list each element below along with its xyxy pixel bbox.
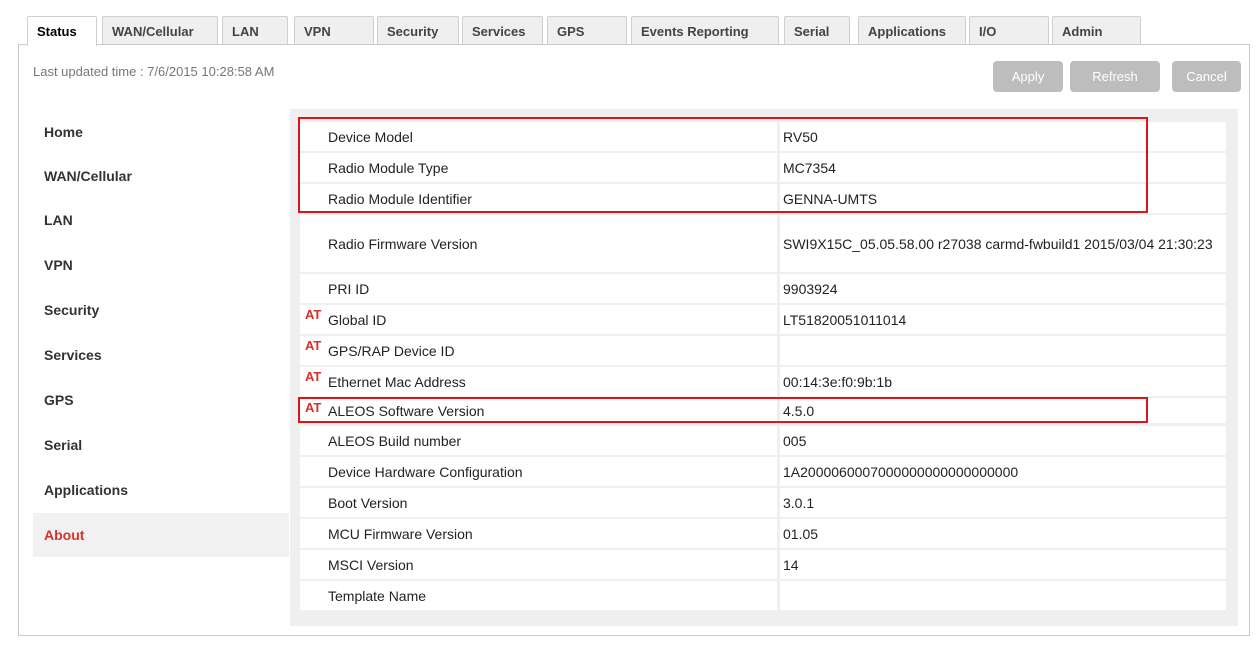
sidebar-item-services[interactable]: Services bbox=[33, 333, 289, 377]
tab-security[interactable]: Security bbox=[377, 16, 459, 45]
sidebar-item-gps[interactable]: GPS bbox=[33, 378, 289, 422]
row-label: MSCI Version bbox=[300, 550, 777, 579]
highlight-box-radio-module bbox=[298, 117, 1148, 213]
tab-vpn[interactable]: VPN bbox=[294, 16, 374, 45]
table-row: Ethernet Mac Address AT 00:14:3e:f0:9b:1… bbox=[300, 367, 1226, 396]
main-tab-bar: Status WAN/Cellular LAN VPN Security Ser… bbox=[27, 16, 1147, 46]
cancel-button[interactable]: Cancel bbox=[1172, 61, 1241, 92]
row-label: Global ID bbox=[300, 305, 777, 334]
table-row: Device Hardware Configuration 1A20000600… bbox=[300, 457, 1226, 486]
row-value: 01.05 bbox=[780, 519, 1226, 548]
at-command-marker: AT bbox=[305, 338, 322, 353]
row-value: 14 bbox=[780, 550, 1226, 579]
tab-serial[interactable]: Serial bbox=[784, 16, 850, 45]
tab-services[interactable]: Services bbox=[462, 16, 543, 45]
sidebar-item-wan-cellular[interactable]: WAN/Cellular bbox=[33, 154, 289, 198]
tab-admin[interactable]: Admin bbox=[1052, 16, 1141, 45]
sidebar-item-applications[interactable]: Applications bbox=[33, 468, 289, 512]
tab-gps[interactable]: GPS bbox=[547, 16, 627, 45]
tab-events-reporting[interactable]: Events Reporting bbox=[631, 16, 779, 45]
sidebar-item-serial[interactable]: Serial bbox=[33, 423, 289, 467]
refresh-button[interactable]: Refresh bbox=[1070, 61, 1160, 92]
sidebar-item-security[interactable]: Security bbox=[33, 288, 289, 332]
row-label: Device Hardware Configuration bbox=[300, 457, 777, 486]
row-value: SWI9X15C_05.05.58.00 r27038 carmd-fwbuil… bbox=[780, 215, 1226, 272]
row-value bbox=[780, 581, 1226, 610]
tab-io[interactable]: I/O bbox=[969, 16, 1049, 45]
row-label: GPS/RAP Device ID bbox=[300, 336, 777, 365]
row-value: LT51820051011014 bbox=[780, 305, 1226, 334]
last-updated-text: Last updated time : 7/6/2015 10:28:58 AM bbox=[33, 64, 275, 79]
tab-wan-cellular[interactable]: WAN/Cellular bbox=[102, 16, 218, 45]
table-row: Radio Firmware Version SWI9X15C_05.05.58… bbox=[300, 215, 1226, 272]
sidebar-item-lan[interactable]: LAN bbox=[33, 198, 289, 242]
row-label: Template Name bbox=[300, 581, 777, 610]
table-row: MSCI Version 14 bbox=[300, 550, 1226, 579]
tab-lan[interactable]: LAN bbox=[222, 16, 288, 45]
table-row: PRI ID 9903924 bbox=[300, 274, 1226, 303]
row-label: PRI ID bbox=[300, 274, 777, 303]
at-command-marker: AT bbox=[305, 369, 322, 384]
sidebar-item-home[interactable]: Home bbox=[33, 110, 289, 154]
row-value: 9903924 bbox=[780, 274, 1226, 303]
row-label: Boot Version bbox=[300, 488, 777, 517]
row-label: ALEOS Build number bbox=[300, 426, 777, 455]
highlight-box-aleos-version bbox=[298, 397, 1148, 423]
row-value: 3.0.1 bbox=[780, 488, 1226, 517]
table-row: MCU Firmware Version 01.05 bbox=[300, 519, 1226, 548]
row-value: 1A2000060007000000000000000000 bbox=[780, 457, 1226, 486]
row-value: 005 bbox=[780, 426, 1226, 455]
row-value bbox=[780, 336, 1226, 365]
sidebar-item-about[interactable]: About bbox=[33, 513, 289, 557]
table-row: GPS/RAP Device ID AT bbox=[300, 336, 1226, 365]
tab-applications[interactable]: Applications bbox=[858, 16, 966, 45]
row-label: MCU Firmware Version bbox=[300, 519, 777, 548]
at-command-marker: AT bbox=[305, 307, 322, 322]
table-row: Boot Version 3.0.1 bbox=[300, 488, 1226, 517]
sidebar-item-vpn[interactable]: VPN bbox=[33, 243, 289, 287]
tab-status[interactable]: Status bbox=[27, 16, 97, 46]
apply-button[interactable]: Apply bbox=[993, 61, 1063, 92]
row-label: Radio Firmware Version bbox=[300, 215, 777, 272]
row-label: Ethernet Mac Address bbox=[300, 367, 777, 396]
table-row: ALEOS Build number 005 bbox=[300, 426, 1226, 455]
table-row: Template Name bbox=[300, 581, 1226, 610]
row-value: 00:14:3e:f0:9b:1b bbox=[780, 367, 1226, 396]
table-row: Global ID AT LT51820051011014 bbox=[300, 305, 1226, 334]
